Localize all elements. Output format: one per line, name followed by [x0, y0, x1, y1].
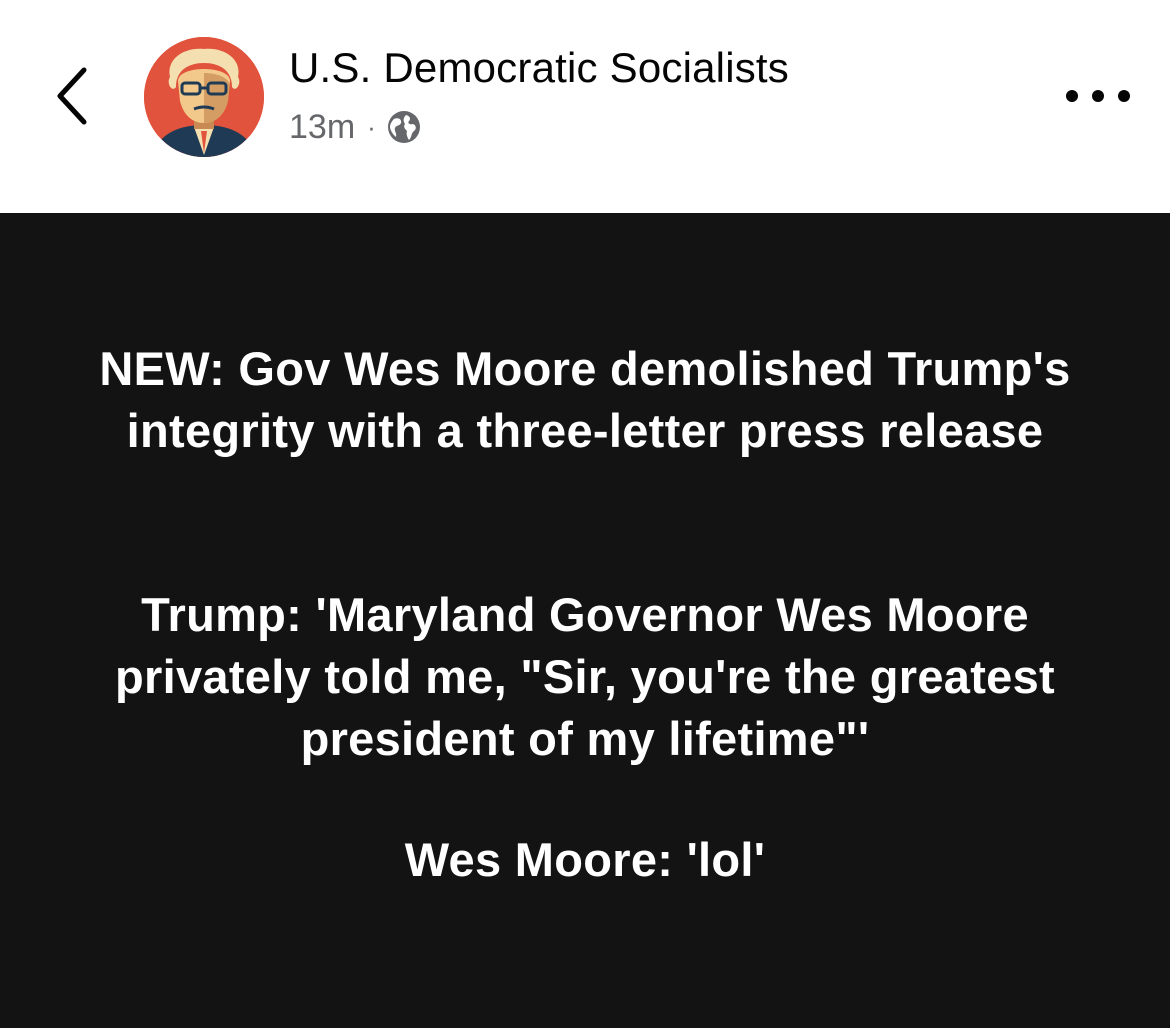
avatar-portrait	[144, 37, 264, 157]
post-text-background[interactable]: NEW: Gov Wes Moore demolished Trump's in…	[0, 213, 1170, 1028]
back-button[interactable]	[44, 58, 100, 134]
post-paragraph-quote: Trump: 'Maryland Governor Wes Moore priv…	[115, 588, 1055, 765]
more-options-button[interactable]	[1066, 76, 1130, 116]
post-paragraph-headline: NEW: Gov Wes Moore demolished Trump's in…	[99, 342, 1071, 457]
page-name[interactable]: U.S. Democratic Socialists	[289, 44, 789, 92]
chevron-left-icon	[57, 67, 87, 125]
post-paragraph-reply: Wes Moore: 'lol'	[404, 833, 766, 886]
post-header: U.S. Democratic Socialists 13m ·	[0, 0, 1170, 213]
timestamp[interactable]: 13m	[289, 108, 355, 147]
more-dot	[1066, 90, 1078, 102]
avatar[interactable]	[144, 37, 264, 157]
more-dot	[1118, 90, 1130, 102]
globe-icon[interactable]	[386, 109, 422, 145]
meta-separator: ·	[367, 111, 376, 142]
post-meta: 13m ·	[289, 106, 422, 148]
more-dot	[1092, 90, 1104, 102]
